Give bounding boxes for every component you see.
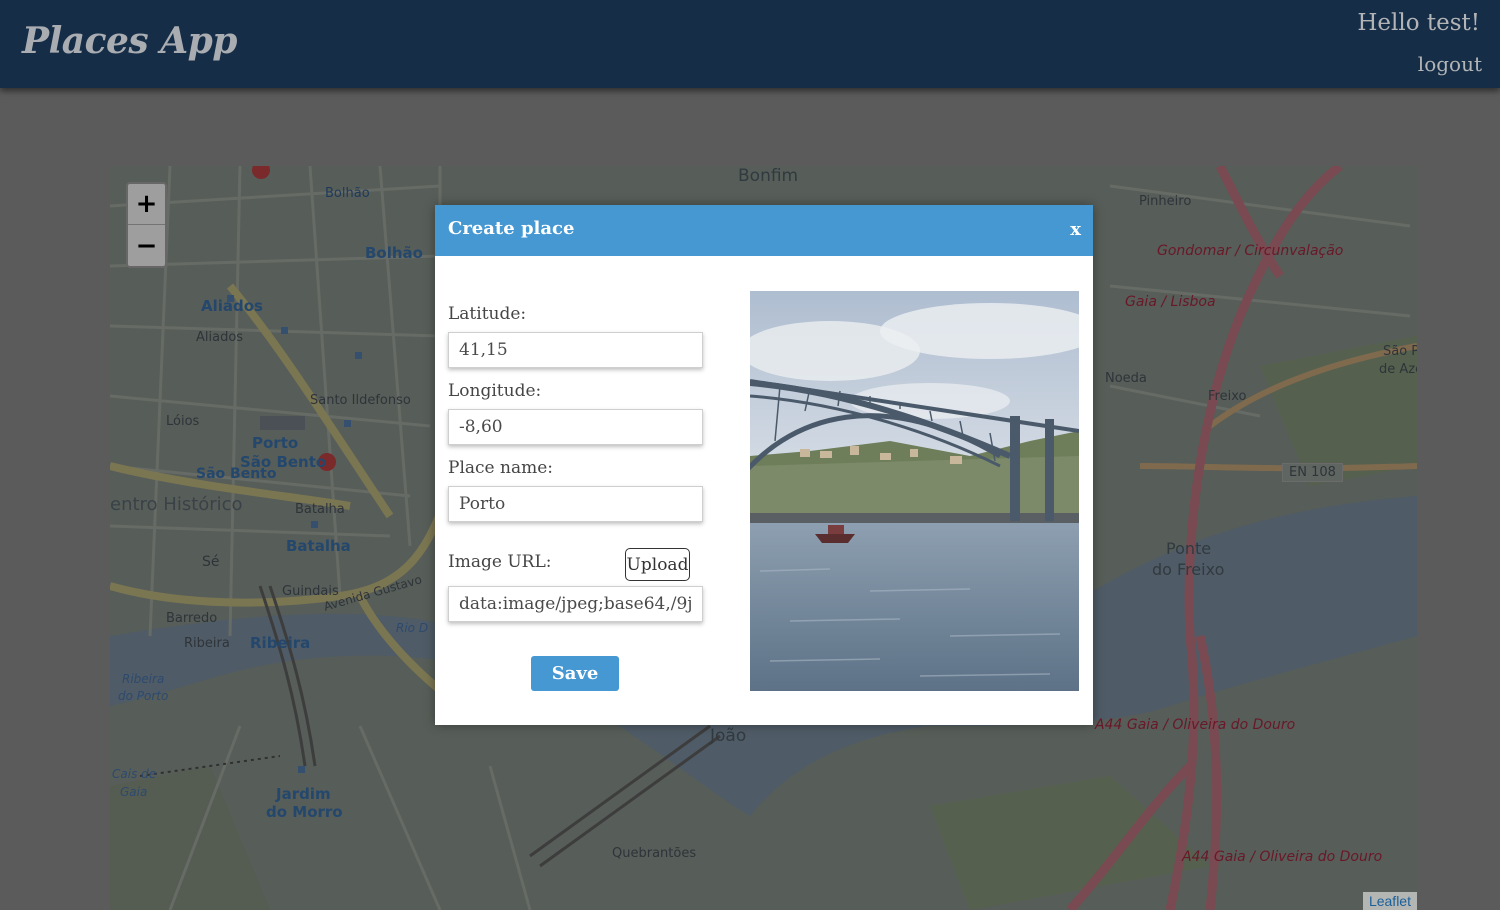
- dialog-title: Create place: [448, 218, 575, 239]
- create-place-dialog: Create place x Latitude: Longitude: Plac…: [435, 205, 1093, 725]
- map-label-barredo: Barredo: [166, 611, 218, 626]
- map-label-porto: Porto: [252, 434, 299, 452]
- longitude-label: Longitude:: [448, 381, 542, 401]
- map-label-gaia: Gaia: [120, 785, 148, 799]
- user-greeting: Hello test!: [1357, 10, 1480, 36]
- dialog-header: Create place x: [435, 205, 1093, 256]
- app-header: Places App Hello test! logout: [0, 0, 1500, 88]
- longitude-input[interactable]: [448, 409, 703, 445]
- app-brand[interactable]: Places App: [22, 20, 237, 62]
- zoom-out-button[interactable]: −: [128, 225, 165, 266]
- map-label-freixo: Freixo: [1208, 389, 1247, 404]
- place-image-preview: [750, 291, 1079, 691]
- image-url-label: Image URL:: [448, 552, 552, 572]
- zoom-control: + −: [126, 182, 167, 268]
- leaflet-attribution[interactable]: Leaflet: [1362, 892, 1417, 910]
- map-label-rio-douro: Rio D: [396, 621, 429, 635]
- map-label-se: Sé: [202, 554, 220, 570]
- map-label-noeda: Noeda: [1105, 371, 1147, 386]
- map-label-loios: Lóios: [166, 414, 200, 429]
- map-label-gaia-lisboa: Gaia / Lisboa: [1125, 294, 1216, 310]
- map-label-do-porto: do Porto: [118, 689, 169, 703]
- map-label-de-aze: de Aze: [1379, 362, 1417, 377]
- map-label-batalha: Batalha: [295, 502, 345, 517]
- map-label-aliados: Aliados: [196, 330, 244, 345]
- map-label-a44-1: A44 Gaia / Oliveira do Douro: [1095, 717, 1296, 733]
- map-label-ribeira-2: Ribeira: [250, 634, 311, 652]
- map-label-centro-historico: entro Histórico: [110, 494, 243, 515]
- zoom-in-button[interactable]: +: [128, 184, 165, 225]
- map-label-quebrantoes: Quebrantões: [612, 846, 697, 861]
- map-label-joao: João: [710, 726, 747, 746]
- map-label-bolhao: Bolhão: [365, 244, 423, 262]
- map-label-ribeira-porto: Ribeira: [122, 672, 165, 686]
- map-label-a44-2: A44 Gaia / Oliveira do Douro: [1182, 849, 1383, 865]
- logout-link[interactable]: logout: [1418, 52, 1482, 76]
- map-label-pinheiro: Pinheiro: [1139, 194, 1192, 209]
- map-label-aliados-station: Aliados: [201, 297, 263, 315]
- map-label-do-morro: do Morro: [266, 803, 343, 821]
- map-label-cais-de: Cais de: [112, 767, 157, 781]
- map-label-bonfim: Bonfim: [738, 166, 799, 186]
- map-label-gondomar: Gondomar / Circunvalação: [1157, 243, 1344, 259]
- map-label-do-freixo: do Freixo: [1152, 560, 1225, 579]
- map-label-sao-bento-2: São Bento: [196, 466, 277, 482]
- save-button[interactable]: Save: [531, 656, 619, 691]
- map-label-santo-ildefonso: Santo Ildefonso: [310, 393, 411, 408]
- map-label-sao-pedro: São P: [1383, 344, 1417, 359]
- map-label-en108: EN 108: [1282, 463, 1343, 482]
- place-name-label: Place name:: [448, 458, 553, 478]
- close-button[interactable]: x: [1070, 219, 1081, 240]
- map-label-jardim: Jardim: [276, 785, 331, 803]
- map-label-batalha-2: Batalha: [286, 537, 351, 555]
- map-label-bolhao-top: Bolhão: [325, 186, 370, 201]
- map-label-ponte: Ponte: [1166, 539, 1212, 558]
- place-name-input[interactable]: [448, 486, 703, 522]
- image-url-input[interactable]: [448, 586, 703, 622]
- bridge-photo: [750, 291, 1079, 691]
- upload-button[interactable]: Upload: [625, 548, 690, 581]
- latitude-input[interactable]: [448, 332, 703, 368]
- map-label-ribeira: Ribeira: [184, 636, 230, 651]
- latitude-label: Latitude:: [448, 304, 527, 324]
